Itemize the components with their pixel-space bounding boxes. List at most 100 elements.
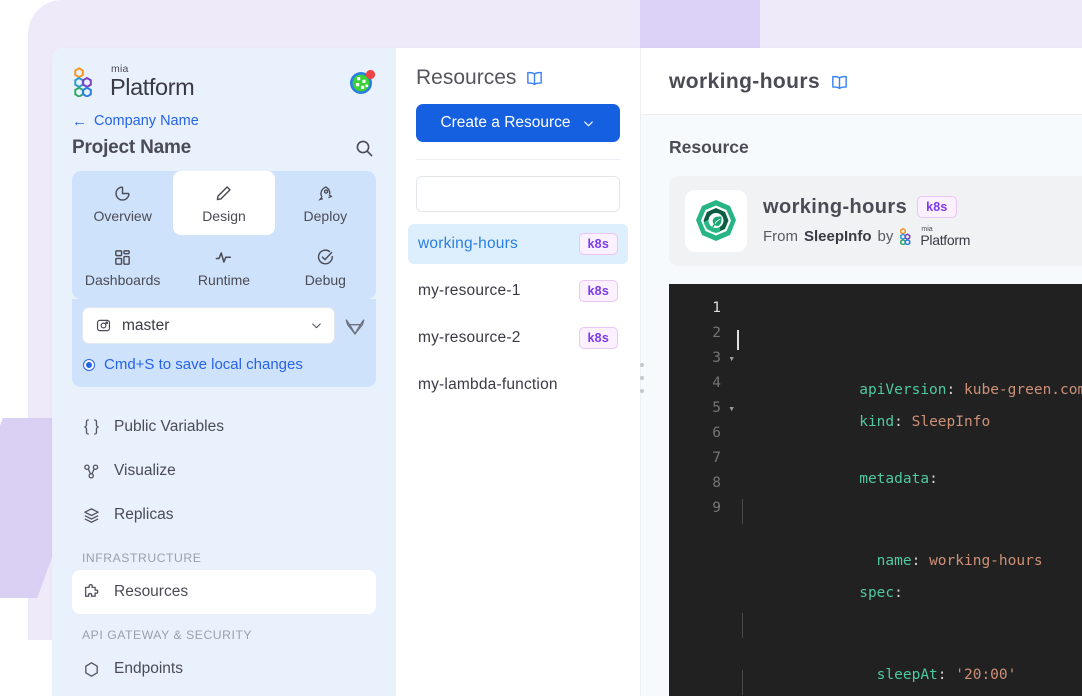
from-prefix-label: From xyxy=(763,228,798,245)
pulse-icon xyxy=(214,248,233,267)
sidebar-item-endpoints[interactable]: Endpoints xyxy=(72,647,376,691)
yaml-key: metadata xyxy=(859,471,929,487)
page-title: Project Name xyxy=(72,137,191,159)
tab-debug[interactable]: Debug xyxy=(275,235,376,299)
text-cursor xyxy=(737,330,739,350)
check-circle-icon xyxy=(316,248,335,267)
unsaved-dot-icon xyxy=(84,360,94,370)
pie-chart-icon xyxy=(113,184,132,203)
chevron-down-icon xyxy=(581,116,596,131)
create-resource-label: Create a Resource xyxy=(440,114,570,132)
indent-guide xyxy=(742,670,743,695)
screen-root: mia Platform xyxy=(0,0,1082,696)
tab-design[interactable]: Design xyxy=(173,171,274,235)
resource-search-box[interactable] xyxy=(416,176,620,212)
line-number: 6 xyxy=(669,421,721,446)
from-source-label: SleepInfo xyxy=(804,228,872,245)
tab-deploy-label: Deploy xyxy=(304,208,348,224)
resource-card-title-row: working-hours k8s xyxy=(763,196,970,219)
gitlab-icon[interactable] xyxy=(344,315,366,337)
yaml-punct: : xyxy=(894,585,903,601)
layers-icon xyxy=(82,506,101,525)
nodes-icon xyxy=(82,462,101,481)
application-window: mia Platform xyxy=(52,48,1082,696)
book-icon[interactable] xyxy=(525,69,544,88)
tab-deploy[interactable]: Deploy xyxy=(275,171,376,235)
create-resource-button[interactable]: Create a Resource xyxy=(416,104,620,142)
search-icon[interactable] xyxy=(354,138,374,158)
sidebar-item-public-variables[interactable]: { } Public Variables xyxy=(72,405,376,449)
resource-name: my-lambda-function xyxy=(418,376,558,394)
yaml-value: SleepInfo xyxy=(912,414,991,430)
line-number: 2 xyxy=(669,321,721,346)
book-icon[interactable] xyxy=(830,73,849,92)
save-hint-label: Cmd+S to save local changes xyxy=(104,356,303,373)
avatar[interactable] xyxy=(348,68,376,96)
line-number: 1 xyxy=(669,296,721,321)
mia-platform-logo-icon xyxy=(899,228,916,245)
detail-header: working-hours xyxy=(641,48,1082,115)
sidebar-item-label: Visualize xyxy=(114,462,176,480)
line-number: 5▾ xyxy=(669,396,721,421)
list-item[interactable]: my-resource-1 k8s xyxy=(408,271,628,311)
resource-logo xyxy=(685,190,747,252)
resource-name: my-resource-1 xyxy=(418,282,521,300)
resource-name: my-resource-2 xyxy=(418,329,521,347)
status-badge: k8s xyxy=(917,196,956,218)
resource-card-name: working-hours xyxy=(763,196,907,219)
breadcrumb-back-company[interactable]: ← Company Name xyxy=(52,105,396,131)
yaml-key: spec xyxy=(859,585,894,601)
editor-code-area[interactable]: apiVersion: kube-green.com/v1alp kind: S… xyxy=(727,296,1082,696)
company-name-label: Company Name xyxy=(94,113,199,129)
brand-logo[interactable]: mia Platform xyxy=(72,64,194,99)
sidebar-item-visualize[interactable]: Visualize xyxy=(72,449,376,493)
resources-list: working-hours k8s my-resource-1 k8s my-r… xyxy=(396,212,640,412)
code-line: spec: xyxy=(737,556,1082,581)
yaml-code-editor[interactable]: 1 2 3▾ 4 5▾ 6 7 8 9 apiVersion: kube-gre xyxy=(669,284,1082,696)
resources-title-text: Resources xyxy=(416,66,516,90)
search-input[interactable] xyxy=(429,186,616,202)
brand-platform-text: Platform xyxy=(110,76,194,100)
tab-dashboards-label: Dashboards xyxy=(85,272,161,288)
tab-overview[interactable]: Overview xyxy=(72,171,173,235)
resources-panel-header: Resources Create a Resource xyxy=(396,48,640,160)
by-label: by xyxy=(878,228,894,245)
detail-title: working-hours xyxy=(669,70,820,94)
code-line: timeZone: Europe/Rome xyxy=(737,670,1082,695)
arrow-left-icon: ← xyxy=(72,114,87,129)
tab-overview-label: Overview xyxy=(93,208,151,224)
save-hint: Cmd+S to save local changes xyxy=(82,344,366,373)
list-item[interactable]: my-lambda-function xyxy=(408,365,628,405)
sidebar-item-label: Resources xyxy=(114,583,188,601)
resource-name: working-hours xyxy=(418,235,518,253)
vendor-platform-text: Platform xyxy=(920,233,970,247)
yaml-punct: : xyxy=(929,471,938,487)
sidebar-item-replicas[interactable]: Replicas xyxy=(72,493,376,537)
section-label-resource: Resource xyxy=(669,137,1082,158)
branch-selector[interactable]: master xyxy=(82,307,335,344)
tab-dashboards[interactable]: Dashboards xyxy=(72,235,173,299)
resource-card-source: From SleepInfo by xyxy=(763,226,970,247)
tab-design-label: Design xyxy=(202,208,246,224)
line-number: 9 xyxy=(669,496,721,521)
drag-dot-icon xyxy=(640,363,644,367)
detail-body: Resource xyxy=(641,115,1082,696)
sidebar-group-infrastructure: INFRASTRUCTURE xyxy=(52,537,396,570)
pencil-icon xyxy=(214,184,233,203)
sidebar-nav-api: Endpoints xyxy=(52,647,396,691)
list-item[interactable]: working-hours k8s xyxy=(408,224,628,264)
kube-green-logo xyxy=(692,197,740,245)
sidebar-item-resources[interactable]: Resources xyxy=(72,570,376,614)
panel-resize-handle[interactable] xyxy=(640,363,644,393)
indent-guide xyxy=(742,613,743,638)
branch-area: master Cmd+S to save local changes xyxy=(72,299,376,387)
tab-runtime[interactable]: Runtime xyxy=(173,235,274,299)
drag-dot-icon xyxy=(640,389,644,393)
editor-line-numbers: 1 2 3▾ 4 5▾ 6 7 8 9 xyxy=(669,296,727,696)
background-purple-rect xyxy=(640,0,760,55)
list-item[interactable]: my-resource-2 k8s xyxy=(408,318,628,358)
sidebar: mia Platform xyxy=(52,48,396,696)
code-line: metadata: xyxy=(737,442,1082,467)
resource-detail-panel: working-hours Resource xyxy=(641,48,1082,696)
branch-name-label: master xyxy=(122,317,299,335)
